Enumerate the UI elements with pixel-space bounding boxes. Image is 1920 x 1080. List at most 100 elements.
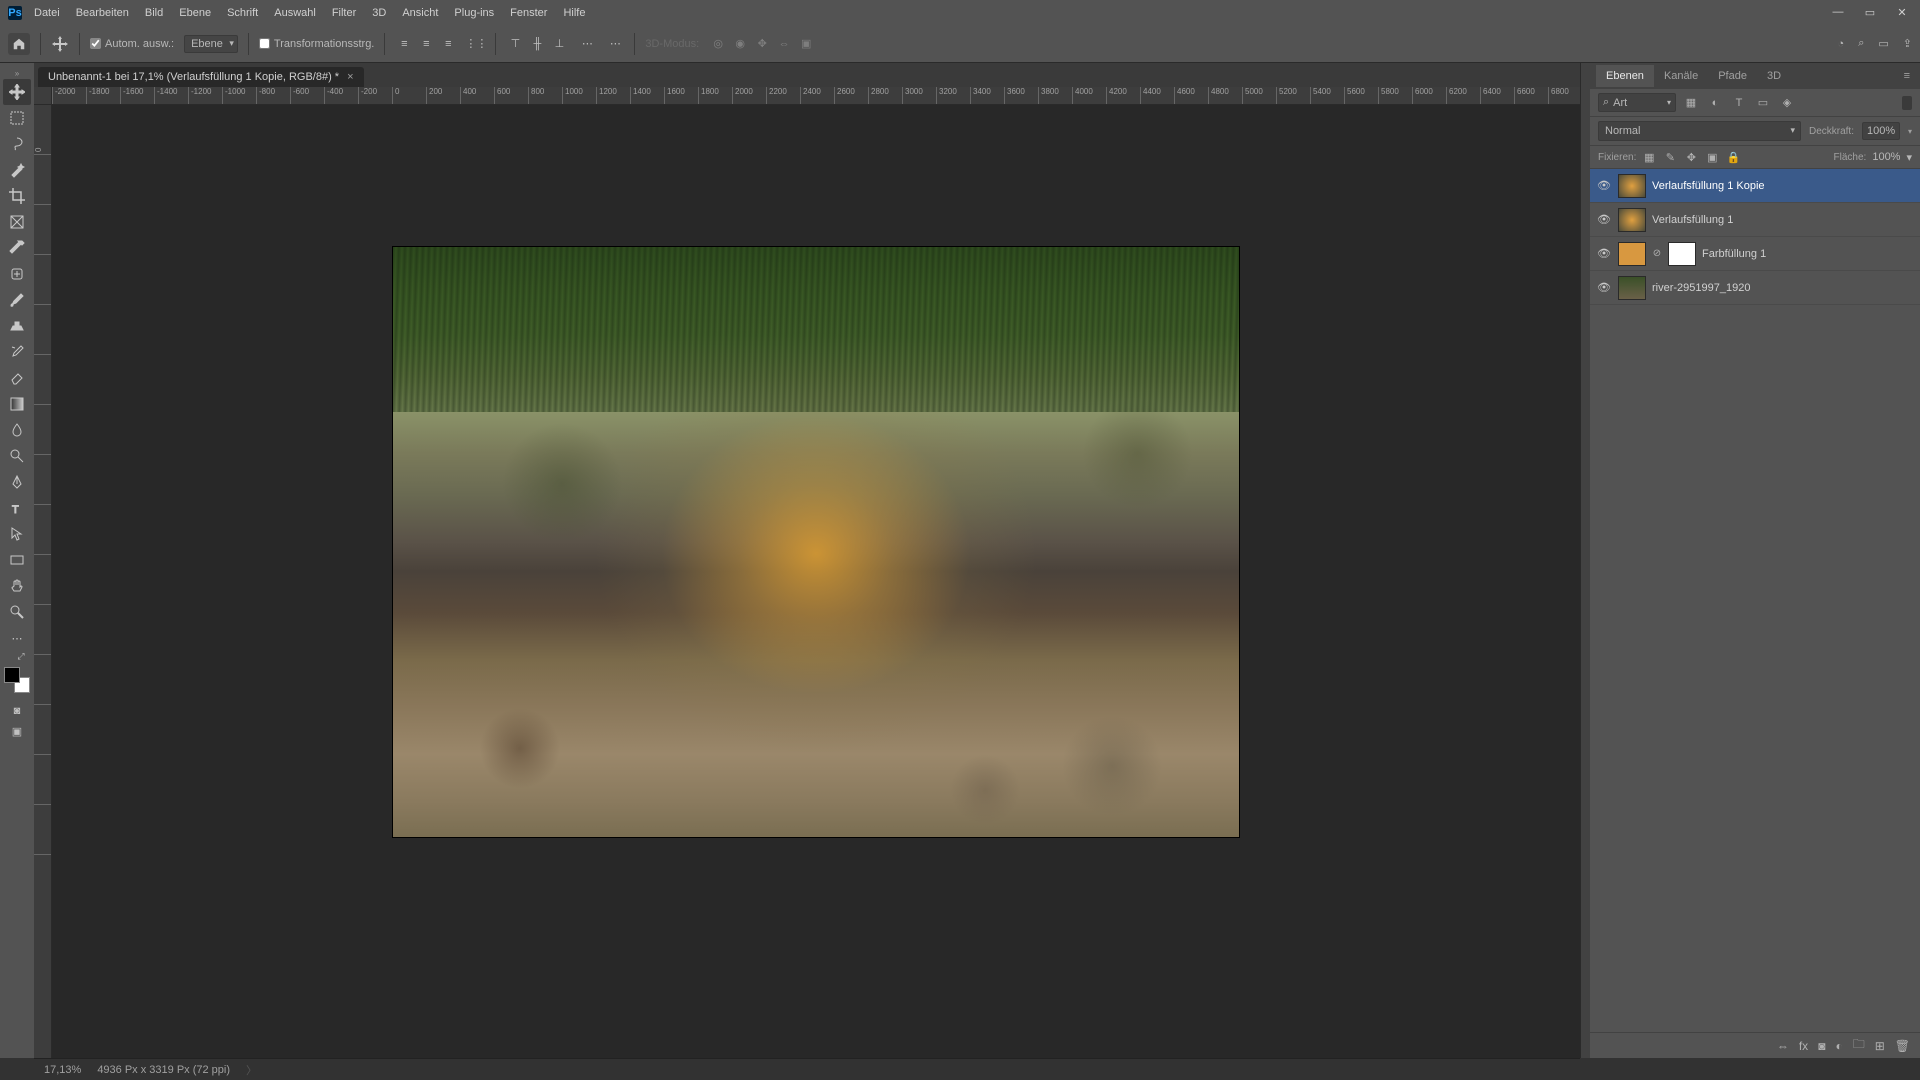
layer-mask-thumbnail[interactable] (1668, 242, 1696, 266)
magic-wand-tool[interactable] (3, 157, 31, 183)
status-arrow-icon[interactable]: 〉 (246, 1062, 257, 1078)
frame-tool[interactable] (3, 209, 31, 235)
tab-3d[interactable]: 3D (1757, 65, 1791, 87)
menu-hilfe[interactable]: Hilfe (563, 7, 585, 19)
layer-thumbnail[interactable] (1618, 208, 1646, 232)
filter-smart-icon[interactable]: ◈ (1778, 95, 1796, 111)
canvas-viewport[interactable] (52, 105, 1580, 1058)
swap-colors-icon[interactable]: ⤢ (10, 651, 32, 661)
layer-name[interactable]: Farbfüllung 1 (1702, 248, 1914, 260)
tab-pfade[interactable]: Pfade (1708, 65, 1757, 87)
distribute-v-icon[interactable]: ⋯ (578, 35, 596, 53)
menu-filter[interactable]: Filter (332, 7, 356, 19)
color-swatches[interactable] (4, 667, 30, 693)
blend-mode-select[interactable]: Normal (1598, 121, 1801, 141)
menu-auswahl[interactable]: Auswahl (274, 7, 316, 19)
layer-row[interactable]: 👁 Verlaufsfüllung 1 Kopie (1590, 169, 1920, 203)
layer-thumbnail[interactable] (1618, 174, 1646, 198)
foreground-color[interactable] (4, 667, 20, 683)
gradient-tool[interactable] (3, 391, 31, 417)
type-tool[interactable]: T (3, 495, 31, 521)
zoom-tool[interactable] (3, 599, 31, 625)
pen-tool[interactable] (3, 469, 31, 495)
new-adjustment-icon[interactable]: ◐ (1835, 1039, 1842, 1053)
filter-shape-icon[interactable]: ▭ (1754, 95, 1772, 111)
share-icon[interactable]: ⇪ (1903, 37, 1912, 50)
close-button[interactable]: ✕ (1892, 6, 1912, 19)
transform-controls-checkbox[interactable]: Transformationsstrg. (259, 38, 374, 50)
opacity-value[interactable]: 100% (1862, 122, 1900, 140)
eyedropper-tool[interactable] (3, 235, 31, 261)
menu-bild[interactable]: Bild (145, 7, 163, 19)
ruler-vertical[interactable]: 0 (34, 105, 52, 1058)
home-icon[interactable] (8, 33, 30, 55)
align-bottom-icon[interactable]: ⊥ (550, 35, 568, 53)
distribute-h-icon[interactable]: ⋮⋮ (467, 35, 485, 53)
visibility-icon[interactable]: 👁 (1596, 281, 1612, 294)
layer-filter-type[interactable]: ⌕ Art (1598, 93, 1676, 112)
align-right-icon[interactable]: ≡ (439, 35, 457, 53)
visibility-icon[interactable]: 👁 (1596, 247, 1612, 260)
filter-adjustment-icon[interactable]: ◐ (1706, 95, 1724, 111)
layer-row[interactable]: 👁 ⊘ Farbfüllung 1 (1590, 237, 1920, 271)
maximize-button[interactable]: ▭ (1860, 6, 1880, 19)
lock-pixels-icon[interactable]: ✎ (1663, 150, 1677, 164)
layer-name[interactable]: river-2951997_1920 (1652, 282, 1914, 294)
menu-schrift[interactable]: Schrift (227, 7, 258, 19)
workspace-icon[interactable]: ▭ (1878, 37, 1888, 50)
auto-select-checkbox[interactable]: Autom. ausw.: (90, 38, 174, 50)
opacity-stepper-icon[interactable]: ▾ (1908, 127, 1912, 136)
lock-all-icon[interactable]: 🔒 (1726, 150, 1740, 164)
more-options-icon[interactable]: ⋯ (606, 35, 624, 53)
move-tool-icon[interactable] (51, 35, 69, 53)
rectangle-tool[interactable] (3, 547, 31, 573)
ruler-origin[interactable] (34, 87, 52, 105)
quick-mask-icon[interactable]: ◙ (6, 701, 28, 721)
lock-artboard-icon[interactable]: ▣ (1705, 150, 1719, 164)
tab-kanaele[interactable]: Kanäle (1654, 65, 1708, 87)
brush-tool[interactable] (3, 287, 31, 313)
layer-name[interactable]: Verlaufsfüllung 1 Kopie (1652, 180, 1914, 192)
eraser-tool[interactable] (3, 365, 31, 391)
ruler-horizontal[interactable]: -2000-1800-1600-1400-1200-1000-800-600-4… (52, 87, 1580, 105)
lock-transparency-icon[interactable]: ▦ (1642, 150, 1656, 164)
blur-tool[interactable] (3, 417, 31, 443)
layer-name[interactable]: Verlaufsfüllung 1 (1652, 214, 1914, 226)
layer-thumbnail[interactable] (1618, 276, 1646, 300)
layer-thumbnail[interactable] (1618, 242, 1646, 266)
align-vcenter-icon[interactable]: ╫ (528, 35, 546, 53)
minimize-button[interactable]: — (1828, 6, 1848, 19)
collapsed-panel-strip[interactable] (1580, 63, 1590, 1058)
align-left-icon[interactable]: ≡ (395, 35, 413, 53)
align-top-icon[interactable]: ⊤ (506, 35, 524, 53)
hand-tool[interactable] (3, 573, 31, 599)
healing-brush-tool[interactable] (3, 261, 31, 287)
filter-type-icon[interactable]: T (1730, 95, 1748, 111)
link-layers-icon[interactable]: ⇔ (1777, 1039, 1789, 1053)
layer-row[interactable]: 👁 Verlaufsfüllung 1 (1590, 203, 1920, 237)
panel-menu-icon[interactable]: ≡ (1900, 70, 1914, 82)
menu-fenster[interactable]: Fenster (510, 7, 547, 19)
document-info[interactable]: 4936 Px x 3319 Px (72 ppi) (97, 1064, 230, 1076)
lock-position-icon[interactable]: ✥ (1684, 150, 1698, 164)
menu-ebene[interactable]: Ebene (179, 7, 211, 19)
link-icon[interactable]: ⊘ (1652, 248, 1662, 259)
zoom-level[interactable]: 17,13% (44, 1064, 81, 1076)
dodge-tool[interactable] (3, 443, 31, 469)
delete-layer-icon[interactable]: 🗑 (1895, 1039, 1910, 1053)
history-brush-tool[interactable] (3, 339, 31, 365)
filter-pixel-icon[interactable]: ▦ (1682, 95, 1700, 111)
crop-tool[interactable] (3, 183, 31, 209)
move-tool[interactable] (3, 79, 31, 105)
menu-plugins[interactable]: Plug-ins (454, 7, 494, 19)
menu-3d[interactable]: 3D (372, 7, 386, 19)
visibility-icon[interactable]: 👁 (1596, 213, 1612, 226)
layer-fx-icon[interactable]: fx (1799, 1039, 1808, 1053)
layer-row[interactable]: 👁 river-2951997_1920 (1590, 271, 1920, 305)
clone-stamp-tool[interactable] (3, 313, 31, 339)
visibility-icon[interactable]: 👁 (1596, 179, 1612, 192)
toolbar-expand-icon[interactable]: » (0, 69, 34, 79)
menu-bearbeiten[interactable]: Bearbeiten (76, 7, 129, 19)
screen-mode-icon[interactable]: ▣ (6, 721, 28, 741)
menu-datei[interactable]: Datei (34, 7, 60, 19)
